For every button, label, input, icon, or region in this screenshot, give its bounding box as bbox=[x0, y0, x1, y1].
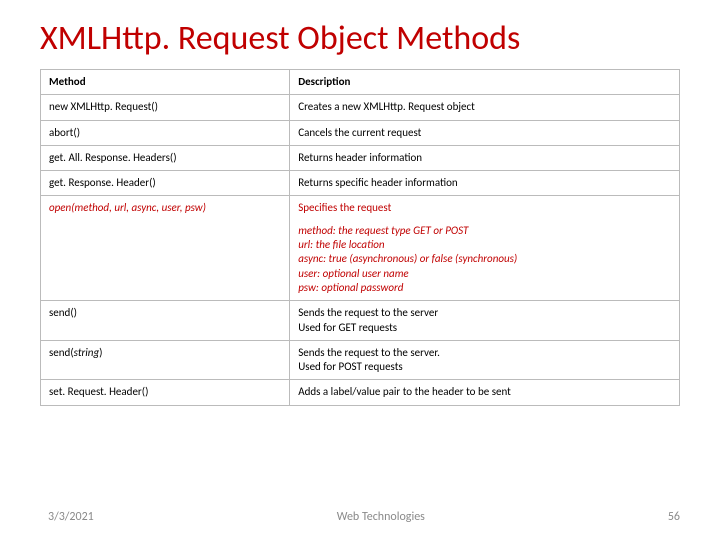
cell-description: Specifies the request method: the reques… bbox=[290, 196, 680, 301]
cell-description: Sends the request to the server. Used fo… bbox=[290, 340, 680, 380]
table-row: new XMLHttp. Request() Creates a new XML… bbox=[41, 95, 680, 120]
footer-title: Web Technologies bbox=[94, 510, 668, 524]
footer-date: 3/3/2021 bbox=[48, 510, 94, 524]
open-spec: Specifies the request bbox=[298, 201, 671, 215]
cell-method: set. Request. Header() bbox=[41, 380, 290, 405]
cell-description: Sends the request to the server Used for… bbox=[290, 301, 680, 341]
table-row: send() Sends the request to the server U… bbox=[41, 301, 680, 341]
cell-method: send(string) bbox=[41, 340, 290, 380]
cell-description: Cancels the current request bbox=[290, 120, 680, 145]
table-row: get. All. Response. Headers() Returns he… bbox=[41, 145, 680, 170]
cell-description: Returns specific header information bbox=[290, 171, 680, 196]
slide-title: XMLHttp. Request Object Methods bbox=[40, 18, 680, 59]
table-row: send(string) Sends the request to the se… bbox=[41, 340, 680, 380]
methods-table: Method Description new XMLHttp. Request(… bbox=[40, 69, 680, 406]
cell-method: get. All. Response. Headers() bbox=[41, 145, 290, 170]
slide-footer: 3/3/2021 Web Technologies 56 bbox=[48, 510, 680, 524]
cell-method: open(method, url, async, user, psw) bbox=[41, 196, 290, 301]
col-header-method: Method bbox=[41, 70, 290, 95]
table-header-row: Method Description bbox=[41, 70, 680, 95]
slide: XMLHttp. Request Object Methods Method D… bbox=[0, 0, 720, 540]
table-row: set. Request. Header() Adds a label/valu… bbox=[41, 380, 680, 405]
cell-method: send() bbox=[41, 301, 290, 341]
open-details: method: the request type GET or POST url… bbox=[298, 224, 671, 295]
cell-description: Creates a new XMLHttp. Request object bbox=[290, 95, 680, 120]
cell-description: Adds a label/value pair to the header to… bbox=[290, 380, 680, 405]
cell-description: Returns header information bbox=[290, 145, 680, 170]
col-header-description: Description bbox=[290, 70, 680, 95]
table-row-highlight: open(method, url, async, user, psw) Spec… bbox=[41, 196, 680, 301]
cell-method: get. Response. Header() bbox=[41, 171, 290, 196]
table-row: abort() Cancels the current request bbox=[41, 120, 680, 145]
cell-method: abort() bbox=[41, 120, 290, 145]
cell-method: new XMLHttp. Request() bbox=[41, 95, 290, 120]
table-row: get. Response. Header() Returns specific… bbox=[41, 171, 680, 196]
footer-page-number: 56 bbox=[668, 510, 680, 524]
